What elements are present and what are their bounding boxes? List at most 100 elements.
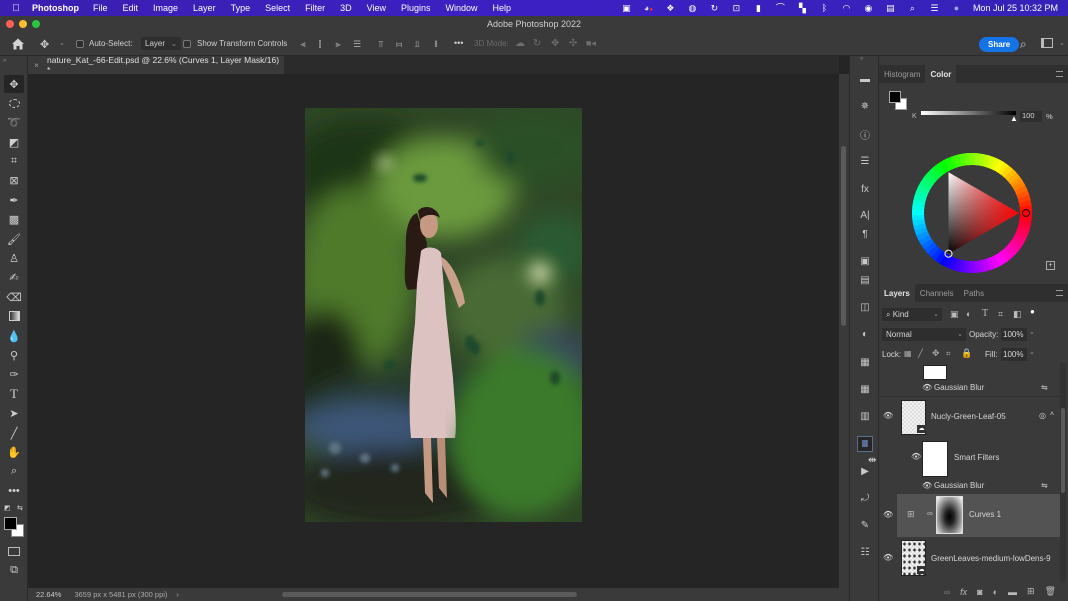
bookmark-icon[interactable]: ▮ (753, 3, 764, 13)
spotlight-icon[interactable]: ⌕ (907, 3, 918, 13)
notes-icon[interactable]: ▤ (857, 272, 873, 288)
auto-select-checkbox[interactable] (76, 40, 84, 48)
control-center-icon[interactable]: ☰ (929, 3, 940, 13)
gradients-icon[interactable]: ▥ (857, 408, 873, 424)
tab-paths[interactable]: Paths (959, 284, 989, 302)
lock-artboard-icon[interactable]: ⌗ (946, 349, 951, 359)
delete-layer-icon[interactable]: 🗑 (1045, 586, 1056, 597)
document-image[interactable] (305, 108, 582, 522)
filter-adjustment-icon[interactable]: ◐ (966, 309, 971, 319)
eraser-tool[interactable]: ⌫ (4, 288, 24, 306)
collapse-panels-icon[interactable]: « (860, 56, 863, 62)
info-icon[interactable]: ⓘ (857, 126, 873, 142)
layer-mask-thumbnail[interactable] (936, 496, 963, 534)
layer-row-nucly-green-leaf[interactable]: 👁 ☁ Nucly-Green-Leaf-05 ◎ ˄ (879, 396, 1060, 437)
opacity-dropdown-icon[interactable]: ⌄ (1029, 328, 1035, 336)
distribute-horizontal-icon[interactable]: ‖ (431, 39, 441, 49)
timeline-icon[interactable]: ⤾ (857, 490, 873, 506)
link-layers-icon[interactable]: ∞ (944, 587, 950, 597)
blend-mode-dropdown[interactable]: Normal ⌄ (882, 328, 966, 341)
fill-field[interactable]: 100% (1001, 348, 1027, 361)
filter-type-icon[interactable]: T (982, 308, 988, 319)
screen-icon[interactable]: ⊡ (731, 3, 742, 13)
brush-settings-icon[interactable]: ✎ (857, 517, 873, 533)
document-tab[interactable]: × nature_Kat_-66-Edit.psd @ 22.6% (Curve… (28, 55, 284, 75)
menu-3d[interactable]: 3D (340, 3, 352, 13)
sync-icon[interactable]: ↻ (709, 3, 720, 13)
styles-icon[interactable]: fx (857, 181, 873, 197)
3d-slide-icon[interactable]: ✣ (569, 38, 577, 49)
add-to-swatches-icon[interactable]: + (1046, 261, 1055, 270)
layer-row-smart-filters[interactable]: 👁 Smart Filters (879, 438, 1060, 478)
3d-scale-icon[interactable]: ■◂ (586, 38, 596, 49)
fill-dropdown-icon[interactable]: ⌄ (1029, 348, 1035, 356)
new-group-icon[interactable]: ▬ (1008, 587, 1017, 597)
paragraph-icon[interactable]: ¶ (857, 226, 873, 242)
eye-icon[interactable]: 👁 (883, 553, 893, 562)
3d-roll-icon[interactable]: ↻ (533, 38, 541, 49)
layer-row-curves-1[interactable]: 👁 ⊞ ∞ Curves 1 (883, 494, 1060, 537)
new-layer-icon[interactable]: ⊞ (1027, 586, 1035, 597)
clone-stamp-tool[interactable]: ♙ (4, 249, 24, 267)
close-tab-icon[interactable]: × (34, 60, 39, 70)
wifi-icon[interactable]: ◠ (841, 3, 852, 13)
dodge-tool[interactable]: ⚲ (4, 346, 24, 364)
menu-window[interactable]: Window (446, 3, 478, 13)
default-colors-icon[interactable]: ◩ (4, 504, 11, 512)
path-selection-tool[interactable]: ➤ (4, 404, 24, 422)
lock-image-icon[interactable]: ╱ (918, 349, 923, 358)
menu-file[interactable]: File (93, 3, 108, 13)
foreground-color-swatch[interactable] (4, 517, 17, 530)
navigator-icon[interactable]: ✵ (857, 98, 873, 114)
tab-layers[interactable]: Layers (879, 284, 915, 302)
screen-record-icon[interactable]: ▣ (621, 3, 632, 13)
lock-transparent-icon[interactable]: ▦ (904, 349, 912, 358)
filter-options-icon[interactable]: ⇋ (1041, 481, 1048, 490)
menu-edit[interactable]: Edit (123, 3, 139, 13)
siri-icon[interactable]: ● (951, 3, 962, 13)
bluetooth-icon[interactable]: ᛒ (819, 3, 830, 13)
pen-tool[interactable]: ✑ (4, 365, 24, 383)
filter-pixel-icon[interactable]: ▣ (950, 309, 959, 320)
line-tool[interactable]: ╱ (4, 424, 24, 442)
k-slider-track[interactable] (921, 111, 1016, 115)
libraries-icon[interactable]: ▣ (857, 253, 873, 269)
opacity-field[interactable]: 100% (1001, 328, 1027, 341)
layer-filter-dropdown[interactable]: ⌕ Kind ⌄ (882, 308, 942, 321)
patterns-icon[interactable]: ▦ (857, 381, 873, 397)
filter-smart-object-icon[interactable]: ◧ (1013, 309, 1022, 320)
quick-mask-button[interactable] (4, 542, 24, 560)
comments-icon[interactable]: ▬ (857, 71, 873, 87)
edit-toolbar-button[interactable]: ••• (4, 482, 24, 500)
menu-type[interactable]: Type (231, 3, 251, 13)
zoom-window-button[interactable] (32, 20, 40, 28)
color-adjust-icon[interactable]: ◐ (857, 326, 873, 342)
lock-position-icon[interactable]: ✥ (932, 348, 940, 359)
k-slider-handle[interactable]: ▲ (1010, 114, 1018, 123)
minimize-window-button[interactable] (19, 20, 27, 28)
arc-icon[interactable]: ⌒ (775, 3, 786, 13)
layers-scrollbar-thumb[interactable] (1061, 408, 1065, 493)
status-menu-arrow[interactable]: › (176, 590, 179, 599)
workspace-icon[interactable] (1041, 38, 1053, 48)
menu-layer[interactable]: Layer (193, 3, 216, 13)
tab-histogram[interactable]: Histogram (879, 65, 925, 83)
share-button[interactable]: Share (979, 37, 1020, 52)
add-mask-icon[interactable]: ◙ (977, 587, 982, 597)
filter-options-icon[interactable]: ⇋ (1041, 383, 1048, 392)
menu-app-name[interactable]: Photoshop (32, 3, 79, 13)
hand-tool[interactable]: ✋ (4, 443, 24, 461)
layer-row-smart-filter[interactable]: 👁 Gaussian Blur ⇋ (879, 381, 1060, 395)
layers-scrollbar[interactable] (1060, 363, 1066, 582)
panel-foreground-swatch[interactable] (889, 91, 901, 103)
panel-menu-icon[interactable] (1056, 71, 1063, 77)
zoom-level[interactable]: 22.64% (36, 590, 61, 599)
frame-tool[interactable]: ⊠ (4, 171, 24, 189)
screen-mode-button[interactable]: ⧉ (4, 561, 24, 579)
collapse-effects-icon[interactable]: ˄ (1050, 411, 1054, 418)
fx-icon[interactable]: fx (960, 587, 967, 597)
menu-view[interactable]: View (367, 3, 386, 13)
user-icon[interactable]: ◉ (863, 3, 874, 13)
align-bottom-icon[interactable]: ⫫ (412, 39, 422, 49)
menu-image[interactable]: Image (153, 3, 178, 13)
